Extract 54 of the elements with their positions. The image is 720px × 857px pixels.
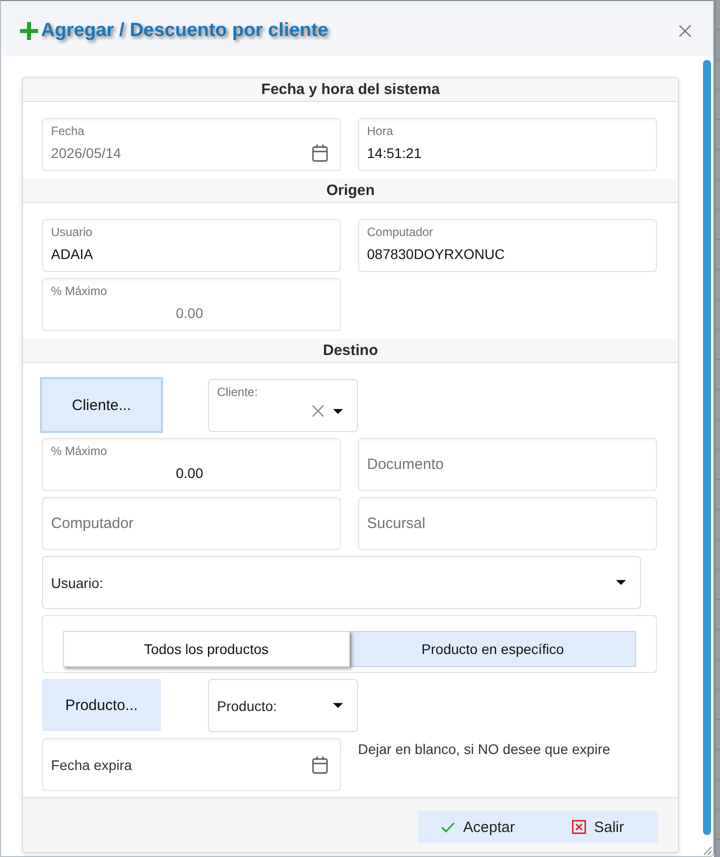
check-icon [441,822,456,832]
text-field[interactable]: Computador [42,497,341,550]
field-placeholder: Producto: [217,698,277,714]
calendar-icon[interactable] [312,756,328,774]
resize-grip-icon[interactable] [702,845,712,855]
clear-icon[interactable] [312,405,324,417]
caret-icon[interactable] [333,408,343,414]
text-field[interactable]: Sucursal [358,497,657,550]
field-value: 2026/05/14 [51,145,122,161]
field-value: ADAIA [51,246,94,262]
scrollbar-thumb[interactable] [703,60,711,835]
field-value: 0.00 [176,305,204,321]
section-title: Fecha y hora del sistema [23,78,678,102]
text-field[interactable]: Documento [358,438,657,491]
number-field[interactable]: % Máximo 0.00 [42,438,341,491]
field-label: % Máximo [51,284,108,298]
text-field[interactable]: Hora 14:51:21 [358,118,657,171]
calendar-icon[interactable] [312,144,328,162]
field-label: Cliente: [217,385,259,399]
caret-icon[interactable] [333,703,343,708]
field-label: Fecha [51,124,86,138]
field-placeholder: Sucursal [367,515,426,532]
accept-button[interactable]: Aceptar [418,811,538,843]
field-label: Hora [367,124,394,138]
close-button[interactable] [679,25,691,37]
field-value: 0.00 [176,465,204,481]
field-value: 087830DOYRXONUC [367,246,505,262]
section-title: Destino [23,339,678,363]
dialog-title: Agregar / Descuento por cliente [41,20,328,42]
section-title: Origen [23,179,678,203]
toggle-option[interactable]: Producto en específico [350,631,636,667]
date-field[interactable]: Fecha expira [42,738,341,791]
close-icon [679,25,691,37]
dropdown-field[interactable]: Usuario: [42,556,641,609]
dropdown-field[interactable]: Producto: [208,679,358,732]
toggle-option[interactable]: Todos los productos [63,631,350,667]
field-label: Usuario [51,225,94,239]
lookup-button[interactable]: Cliente... [40,377,163,433]
field-placeholder: Computador [51,515,134,532]
field-placeholder: Documento [367,456,444,473]
dropdown-field[interactable]: Cliente: [208,379,358,432]
field-value: 14:51:21 [367,145,422,161]
x-square-icon [572,820,586,834]
text-field[interactable]: Computador 087830DOYRXONUC [358,219,657,272]
field-placeholder: Usuario: [51,574,104,590]
hint-text: Dejar en blanco, si NO desee que expire [358,740,610,757]
field-placeholder: Fecha expira [51,756,132,772]
lookup-button[interactable]: Producto... [42,679,161,731]
plus-icon [20,22,38,40]
field-label: Computador [367,225,434,239]
text-field[interactable]: Usuario ADAIA [42,219,341,272]
field-label: % Máximo [51,444,108,458]
exit-button[interactable]: Salir [538,811,658,843]
caret-icon[interactable] [616,580,626,585]
